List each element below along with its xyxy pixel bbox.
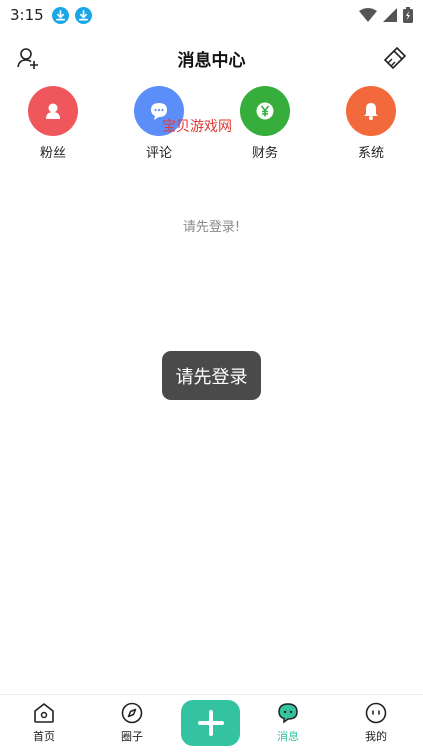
profile-icon (365, 702, 387, 724)
category-system[interactable]: 系统 (336, 86, 406, 161)
wifi-icon (359, 8, 377, 22)
category-finance[interactable]: 财务 (230, 86, 300, 161)
nav-label: 消息 (277, 730, 299, 743)
battery-icon (403, 7, 413, 23)
clear-icon (383, 46, 407, 70)
clear-button[interactable] (383, 46, 407, 70)
yen-icon (240, 86, 290, 136)
toast-message: 请先登录 (162, 351, 261, 400)
nav-label: 圈子 (121, 730, 143, 743)
nav-label: 我的 (365, 730, 387, 743)
create-post-button[interactable] (181, 700, 240, 746)
nav-item-messages[interactable]: 消息 (258, 701, 318, 744)
person-icon (28, 86, 78, 136)
page-title: 消息中心 (177, 51, 246, 71)
header: 消息中心 (0, 40, 423, 76)
login-hint[interactable]: 请先登录! (0, 216, 423, 235)
download-icon (51, 6, 69, 24)
category-fans[interactable]: 粉丝 (18, 86, 88, 161)
bell-icon (346, 86, 396, 136)
nav-item-home[interactable]: 首页 (14, 701, 74, 744)
plus-icon (197, 710, 224, 736)
message-icon (278, 703, 298, 724)
nav-label: 首页 (33, 730, 55, 743)
nav-item-profile[interactable]: 我的 (346, 701, 406, 744)
category-label: 系统 (357, 146, 384, 161)
status-bar: 3:15 (0, 0, 423, 30)
category-label: 粉丝 (39, 146, 66, 161)
status-time: 3:15 (10, 6, 44, 24)
home-icon (34, 703, 54, 723)
category-label: 评论 (145, 146, 172, 161)
watermark: 宝贝游戏网 (162, 119, 232, 135)
compass-icon (121, 702, 143, 724)
signal-icon (383, 8, 397, 22)
category-label: 财务 (251, 146, 278, 161)
nav-item-circle[interactable]: 圈子 (102, 701, 162, 744)
download-icon (74, 6, 92, 24)
